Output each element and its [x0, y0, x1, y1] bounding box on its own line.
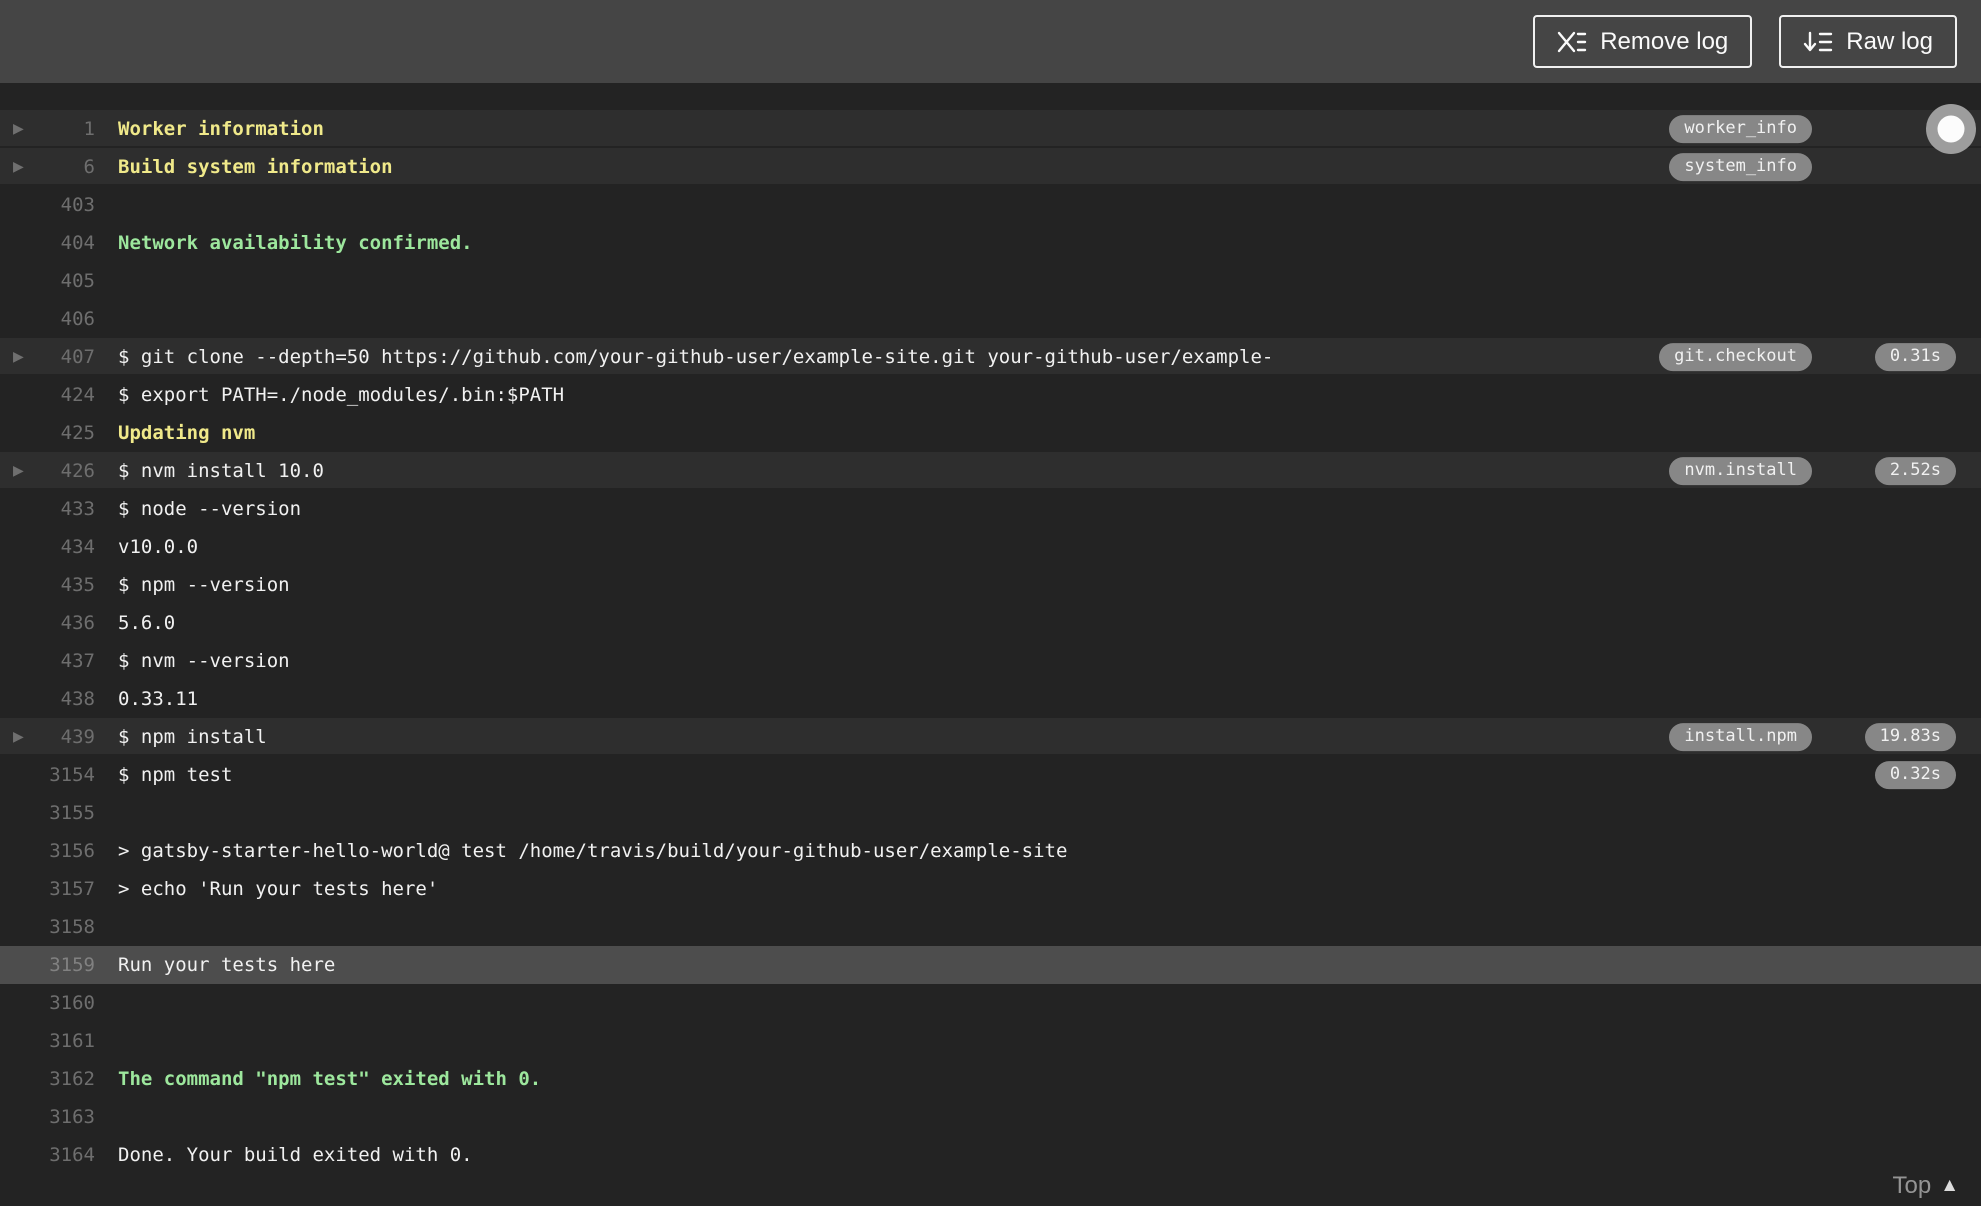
log-text: 0.33.11	[118, 688, 199, 710]
log-text: v10.0.0	[118, 536, 199, 558]
log-row: ▶ 437 $ nvm --version	[0, 642, 1981, 680]
log-text: > echo 'Run your tests here'	[118, 878, 439, 900]
log-text: $ npm --version	[118, 574, 290, 596]
log-row: ▶ 405	[0, 262, 1981, 300]
fold-toggle-icon[interactable]: ▶	[13, 464, 24, 478]
fold-toggle-icon[interactable]: ▶	[13, 350, 24, 364]
log-text: Build system information	[118, 156, 393, 178]
log-row: ▶ 425 Updating nvm	[0, 414, 1981, 452]
build-log: ▶ 1 Worker information worker_info ▶ 6 B…	[0, 83, 1981, 1206]
log-text: > gatsby-starter-hello-world@ test /home…	[118, 840, 1068, 862]
log-text: Done. Your build exited with 0.	[118, 1144, 473, 1166]
duration-badge: 0.31s	[1874, 343, 1956, 371]
line-number[interactable]: 406	[0, 308, 95, 330]
log-row: ▶ 435 $ npm --version	[0, 566, 1981, 604]
caret-up-icon: ▲	[1940, 1175, 1959, 1196]
log-row: ▶ 3154 $ npm test 0.32s	[0, 756, 1981, 794]
remove-log-label: Remove log	[1600, 27, 1729, 55]
log-toolbar: Remove log Raw log	[0, 0, 1981, 83]
log-row: ▶ 3164 Done. Your build exited with 0.	[0, 1136, 1981, 1174]
log-text: $ node --version	[118, 498, 302, 520]
duration-badge: 2.52s	[1874, 457, 1956, 485]
log-row: ▶ 3163	[0, 1098, 1981, 1136]
remove-log-button[interactable]: Remove log	[1533, 15, 1753, 68]
log-row: ▶ 433 $ node --version	[0, 490, 1981, 528]
line-number[interactable]: 435	[0, 574, 95, 596]
log-text: The command "npm test" exited with 0.	[118, 1068, 542, 1090]
log-text: $ npm test	[118, 764, 233, 786]
line-number[interactable]: 3162	[0, 1068, 95, 1090]
duration-badge: 19.83s	[1864, 723, 1956, 751]
log-row: ▶ 3161	[0, 1022, 1981, 1060]
line-number[interactable]: 3156	[0, 840, 95, 862]
stage-tag: nvm.install	[1669, 457, 1812, 485]
log-row: ▶ 3156 > gatsby-starter-hello-world@ tes…	[0, 832, 1981, 870]
log-row: ▶ 439 $ npm install install.npm 19.83s	[0, 718, 1981, 756]
log-text: $ nvm --version	[118, 650, 290, 672]
log-row: ▶ 407 $ git clone --depth=50 https://git…	[0, 338, 1981, 376]
stage-tag: worker_info	[1669, 115, 1812, 143]
line-number[interactable]: 3158	[0, 916, 95, 938]
log-row: ▶ 424 $ export PATH=./node_modules/.bin:…	[0, 376, 1981, 414]
log-row: ▶ 3157 > echo 'Run your tests here'	[0, 870, 1981, 908]
log-row: ▶ 436 5.6.0	[0, 604, 1981, 642]
log-row: ▶ 3162 The command "npm test" exited wit…	[0, 1060, 1981, 1098]
fold-toggle-icon[interactable]: ▶	[13, 160, 24, 174]
line-number[interactable]: 3163	[0, 1106, 95, 1128]
line-number[interactable]: 434	[0, 536, 95, 558]
line-number[interactable]: 438	[0, 688, 95, 710]
duration-badge: 0.32s	[1874, 761, 1956, 789]
log-row: ▶ 438 0.33.11	[0, 680, 1981, 718]
line-number[interactable]: 3160	[0, 992, 95, 1014]
line-number[interactable]: 3155	[0, 802, 95, 824]
log-row: ▶ 404 Network availability confirmed.	[0, 224, 1981, 262]
line-number[interactable]: 3154	[0, 764, 95, 786]
line-number[interactable]: 424	[0, 384, 95, 406]
line-number[interactable]: 3159	[0, 954, 95, 976]
log-text: Worker information	[118, 118, 324, 140]
log-row: ▶ 3159 Run your tests here	[0, 946, 1981, 984]
line-number[interactable]: 425	[0, 422, 95, 444]
raw-log-icon	[1803, 30, 1833, 54]
log-text: $ export PATH=./node_modules/.bin:$PATH	[118, 384, 565, 406]
log-text: Network availability confirmed.	[118, 232, 473, 254]
raw-log-label: Raw log	[1846, 27, 1933, 55]
log-text: $ git clone --depth=50 https://github.co…	[118, 346, 1274, 368]
line-number[interactable]: 3157	[0, 878, 95, 900]
log-text: 5.6.0	[118, 612, 176, 634]
fold-toggle-icon[interactable]: ▶	[13, 730, 24, 744]
line-number[interactable]: 433	[0, 498, 95, 520]
line-number[interactable]: 3161	[0, 1030, 95, 1052]
line-number[interactable]: 405	[0, 270, 95, 292]
scroll-to-top-link[interactable]: Top ▲	[1892, 1172, 1959, 1200]
top-label: Top	[1892, 1172, 1932, 1199]
log-text: Updating nvm	[118, 422, 256, 444]
remove-log-icon	[1557, 30, 1587, 54]
raw-log-button[interactable]: Raw log	[1779, 15, 1957, 68]
log-row: ▶ 6 Build system information system_info	[0, 148, 1981, 186]
log-row: ▶ 434 v10.0.0	[0, 528, 1981, 566]
log-text: $ nvm install 10.0	[118, 460, 324, 482]
log-row: ▶ 3160	[0, 984, 1981, 1022]
stage-tag: system_info	[1669, 153, 1812, 181]
log-row: ▶ 406	[0, 300, 1981, 338]
log-text: $ npm install	[118, 726, 267, 748]
log-row: ▶ 3155	[0, 794, 1981, 832]
line-number[interactable]: 437	[0, 650, 95, 672]
line-number[interactable]: 403	[0, 194, 95, 216]
log-text: Run your tests here	[118, 954, 336, 976]
line-number[interactable]: 3164	[0, 1144, 95, 1166]
scroll-indicator[interactable]	[1926, 104, 1976, 154]
log-row: ▶ 3158	[0, 908, 1981, 946]
log-row: ▶ 426 $ nvm install 10.0 nvm.install 2.5…	[0, 452, 1981, 490]
line-number[interactable]: 404	[0, 232, 95, 254]
log-row: ▶ 403	[0, 186, 1981, 224]
stage-tag: install.npm	[1669, 723, 1812, 751]
line-number[interactable]: 436	[0, 612, 95, 634]
stage-tag: git.checkout	[1659, 343, 1812, 371]
log-rows: ▶ 1 Worker information worker_info ▶ 6 B…	[0, 110, 1981, 1174]
fold-toggle-icon[interactable]: ▶	[13, 122, 24, 136]
log-row: ▶ 1 Worker information worker_info	[0, 110, 1981, 148]
